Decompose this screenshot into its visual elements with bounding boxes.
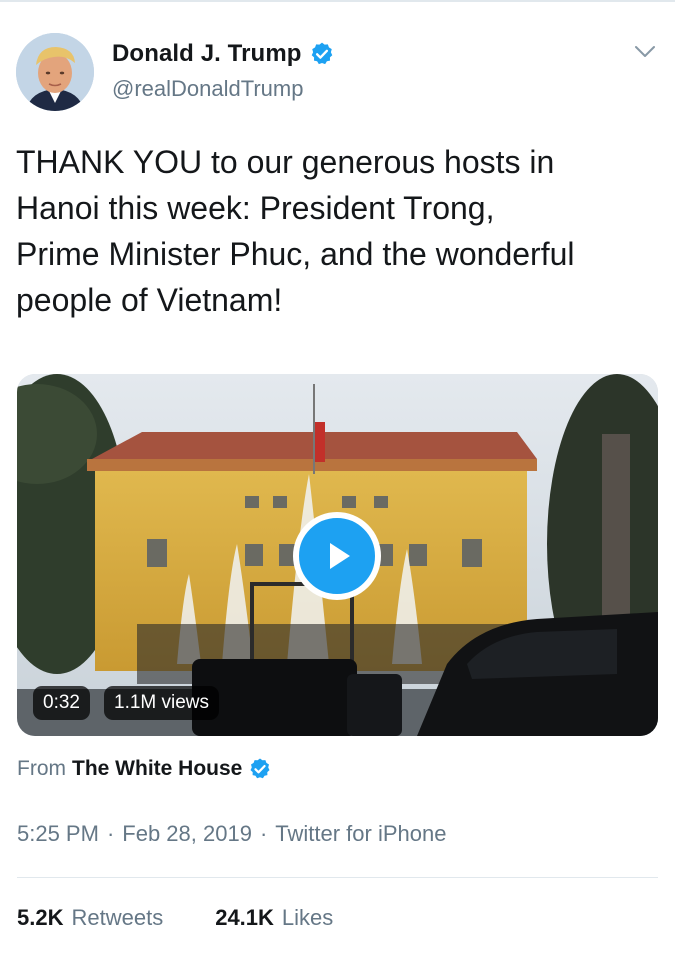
source-account-link[interactable]: The White House xyxy=(72,757,242,781)
tweet-text-line: Prime Minister Phuc, and the wonderful xyxy=(16,236,575,272)
likes-label: Likes xyxy=(281,905,334,930)
source-prefix: From xyxy=(17,757,66,780)
separator: · xyxy=(259,821,268,846)
tweet-text-line: people of Vietnam! xyxy=(16,282,283,318)
avatar-portrait xyxy=(16,33,94,111)
separator: · xyxy=(106,821,115,846)
verified-badge-icon xyxy=(250,758,270,779)
chevron-down-icon[interactable] xyxy=(634,44,656,60)
tweet-text-line: THANK YOU to our generous hosts in xyxy=(16,144,555,180)
likes-stat[interactable]: 24.1K Likes xyxy=(215,905,333,931)
tweet-metadata: 5:25 PM · Feb 28, 2019 · Twitter for iPh… xyxy=(17,821,446,847)
play-button[interactable] xyxy=(293,512,381,600)
retweets-count: 5.2K xyxy=(17,905,64,930)
author-handle[interactable]: @realDonaldTrump xyxy=(112,76,303,102)
likes-count: 24.1K xyxy=(215,905,274,930)
tweet-stats: 5.2K Retweets 24.1K Likes xyxy=(17,905,333,931)
tweet-client[interactable]: Twitter for iPhone xyxy=(275,821,446,847)
tweet-date: Feb 28, 2019 xyxy=(122,821,252,846)
video-views-badge: 1.1M views xyxy=(104,686,220,720)
author-name[interactable]: Donald J. Trump xyxy=(112,40,302,68)
video-duration-badge: 0:32 xyxy=(33,686,90,720)
retweets-stat[interactable]: 5.2K Retweets xyxy=(17,905,163,931)
play-icon xyxy=(330,543,350,569)
video-source-attribution: From The White House xyxy=(17,757,272,781)
top-divider xyxy=(0,0,675,2)
verified-badge-icon xyxy=(311,42,332,65)
avatar[interactable] xyxy=(16,33,94,111)
retweets-label: Retweets xyxy=(71,905,164,930)
tweet-text: THANK YOU to our generous hosts in Hanoi… xyxy=(16,139,666,323)
tweet-text-line: Hanoi this week: President Trong, xyxy=(16,190,495,226)
author-name-row[interactable]: Donald J. Trump xyxy=(112,40,335,68)
tweet-time: 5:25 PM xyxy=(17,821,99,846)
stats-divider xyxy=(17,877,658,878)
